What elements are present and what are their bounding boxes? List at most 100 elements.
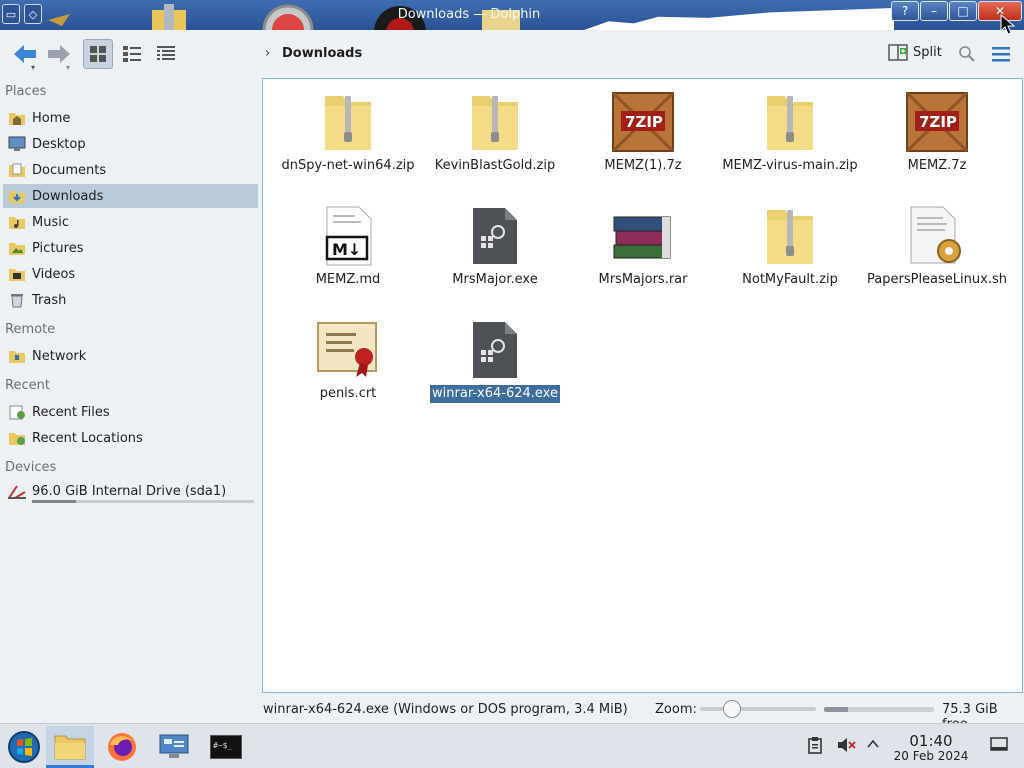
file-item[interactable]: NotMyFault.zip	[716, 203, 864, 289]
rar-archive-icon	[610, 203, 676, 269]
sidebar-item-documents[interactable]: Documents	[3, 158, 258, 182]
sidebar-item-recent-locations[interactable]: Recent Locations	[3, 426, 258, 450]
zoom-slider[interactable]	[700, 700, 816, 718]
sidebar-item-home[interactable]: Home	[3, 106, 258, 130]
sidebar-item-trash[interactable]: Trash	[3, 288, 258, 312]
status-bar: winrar-x64-624.exe (Windows or DOS progr…	[0, 693, 1024, 732]
taskbar-firefox[interactable]	[98, 726, 146, 768]
sidebar-item-pictures[interactable]: Pictures	[3, 236, 258, 260]
back-dropdown-icon[interactable]: ▾	[31, 63, 35, 72]
firefox-icon	[108, 733, 136, 761]
terminal-icon: #~$_	[210, 735, 242, 759]
music-folder-icon	[7, 213, 27, 231]
split-view-icon	[888, 44, 908, 61]
hamburger-menu-icon	[992, 47, 1010, 62]
svg-text:M↓: M↓	[332, 240, 361, 259]
icons-view-button[interactable]	[83, 39, 113, 69]
file-manager-icon	[54, 735, 86, 759]
taskbar-system-settings[interactable]	[150, 726, 198, 768]
file-view[interactable]: dnSpy-net-win64.zip KevinBlastGold.zip 7…	[262, 78, 1023, 693]
file-item[interactable]: MrsMajor.exe	[421, 203, 569, 289]
start-menu-button[interactable]	[0, 726, 48, 768]
shell-script-icon	[904, 203, 970, 269]
file-item[interactable]: KevinBlastGold.zip	[421, 89, 569, 175]
7z-archive-icon: 7ZIP	[610, 89, 676, 155]
maximize-button[interactable]: □	[949, 1, 977, 21]
file-item[interactable]: winrar-x64-624.exe	[421, 317, 569, 403]
forward-dropdown-icon[interactable]: ▾	[66, 63, 70, 72]
window-title: Downloads — Dolphin	[397, 7, 541, 22]
split-button[interactable]: Split	[888, 43, 942, 61]
file-item[interactable]: PapersPleaseLinux.sh	[863, 203, 1011, 289]
desktop-icon	[7, 135, 27, 153]
file-name: NotMyFault.zip	[742, 272, 838, 287]
file-name: penis.crt	[319, 386, 377, 401]
mouse-cursor-icon	[1000, 14, 1016, 35]
file-item[interactable]: 7ZIP MEMZ(1).7z	[569, 89, 717, 175]
sidebar-item-network[interactable]: Network	[3, 344, 258, 368]
file-name: KevinBlastGold.zip	[434, 158, 556, 173]
sidebar-item-downloads[interactable]: Downloads	[3, 184, 258, 208]
search-button[interactable]	[956, 40, 978, 68]
pictures-folder-icon	[7, 239, 27, 257]
sidebar-item-desktop[interactable]: Desktop	[3, 132, 258, 156]
downloads-folder-icon	[7, 187, 27, 205]
file-item[interactable]: M↓ MEMZ.md	[274, 203, 422, 289]
file-name: MrsMajors.rar	[598, 272, 688, 287]
show-desktop-icon	[990, 737, 1008, 751]
file-item[interactable]: MEMZ-virus-main.zip	[716, 89, 864, 175]
split-label: Split	[913, 44, 942, 60]
sidebar-item-label: Recent Files	[32, 404, 110, 420]
breadcrumb[interactable]: Downloads	[282, 46, 362, 61]
sidebar-item-recent-files[interactable]: Recent Files	[3, 400, 258, 424]
file-item[interactable]: MrsMajors.rar	[569, 203, 717, 289]
forward-arrow-icon	[48, 45, 70, 63]
minimize-button[interactable]: –	[920, 1, 948, 21]
main-menu-button[interactable]	[990, 40, 1012, 68]
volume-button[interactable]	[836, 736, 856, 758]
taskbar-file-manager[interactable]	[46, 726, 94, 768]
file-item[interactable]: dnSpy-net-win64.zip	[274, 89, 422, 175]
sidebar-item-label: Trash	[32, 292, 67, 308]
file-name: MrsMajor.exe	[452, 272, 538, 287]
breadcrumb-chevron-icon[interactable]: ›	[265, 46, 270, 61]
home-folder-icon	[7, 109, 27, 127]
file-name: MEMZ(1).7z	[604, 158, 682, 173]
system-settings-icon	[159, 734, 189, 758]
zoom-slider-handle[interactable]	[723, 700, 742, 718]
file-item[interactable]: 7ZIP MEMZ.7z	[863, 89, 1011, 175]
file-item[interactable]: penis.crt	[274, 317, 422, 403]
window-titlebar[interactable]: ▭ ◇ Downloads — Dolphin ? – □ ✕	[0, 0, 1024, 30]
trash-icon	[7, 291, 27, 309]
back-arrow-icon	[14, 45, 36, 63]
sidebar-item-label: Music	[32, 214, 69, 230]
sidebar-item-label: Network	[32, 348, 87, 364]
details-view-button[interactable]	[151, 39, 181, 69]
zip-archive-icon	[757, 203, 823, 269]
search-icon	[959, 46, 975, 62]
sidebar-item-label: Downloads	[32, 188, 104, 204]
help-button[interactable]: ?	[891, 1, 919, 21]
documents-folder-icon	[7, 161, 27, 179]
clock-time: 01:40	[909, 732, 953, 750]
clipboard-button[interactable]	[806, 736, 824, 758]
taskbar-terminal[interactable]: #~$_	[202, 726, 250, 768]
clock[interactable]: 01:40 20 Feb 2024	[890, 732, 972, 763]
back-button[interactable]	[10, 40, 40, 68]
sidebar-item-internal-drive[interactable]: 96.0 GiB Internal Drive (sda1)	[3, 480, 258, 502]
sidebar-item-label: Home	[32, 110, 71, 126]
executable-file-icon	[462, 317, 528, 383]
compact-view-button[interactable]	[117, 39, 147, 69]
sidebar-item-videos[interactable]: Videos	[3, 262, 258, 286]
volume-muted-icon	[838, 738, 856, 752]
sidebar-item-label: Documents	[32, 162, 107, 178]
section-title-places: Places	[5, 84, 47, 99]
file-name: MEMZ.7z	[907, 158, 967, 173]
sidebar-item-music[interactable]: Music	[3, 210, 258, 234]
section-title-remote: Remote	[5, 322, 56, 337]
show-desktop-button[interactable]	[990, 736, 1008, 756]
drive-usage-fill	[32, 500, 77, 503]
tray-expand-button[interactable]	[866, 738, 880, 754]
7z-archive-icon: 7ZIP	[904, 89, 970, 155]
file-name: MEMZ.md	[315, 272, 381, 287]
